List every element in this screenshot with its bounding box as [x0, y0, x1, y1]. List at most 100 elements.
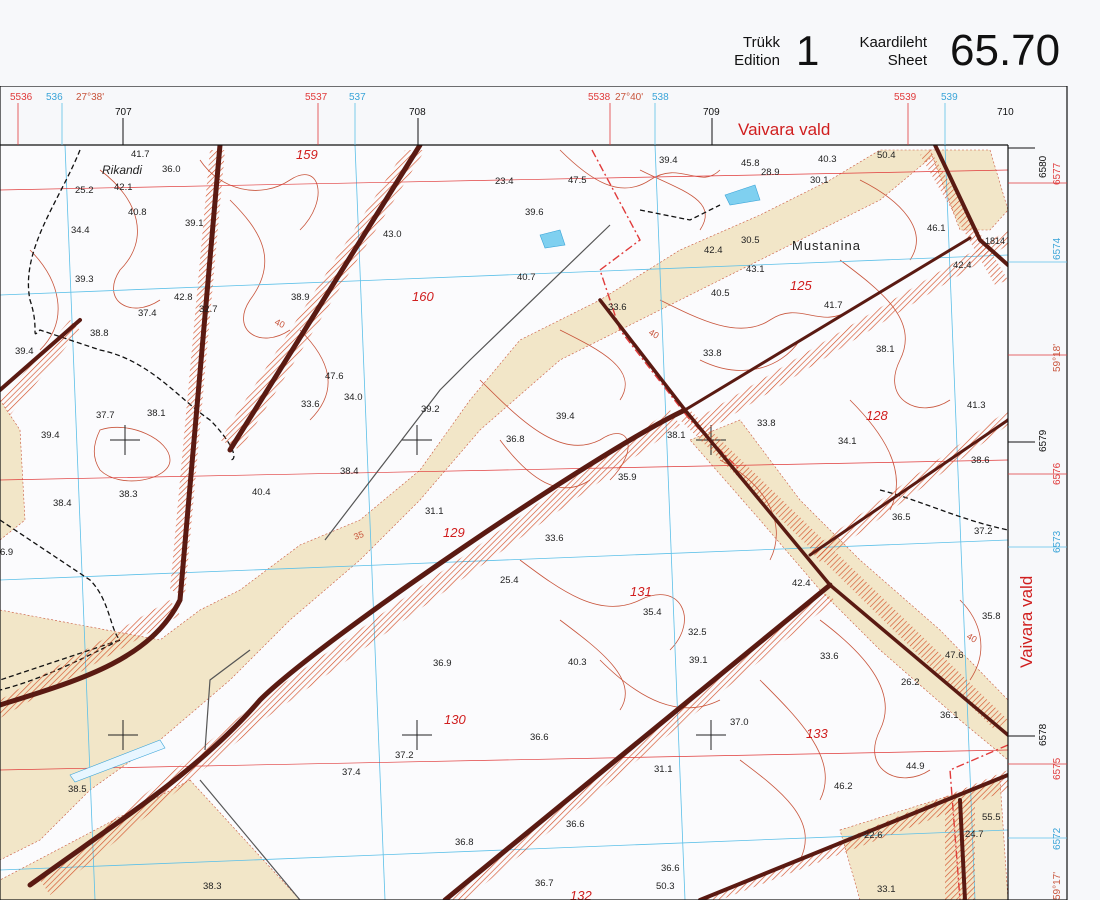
- elev-label: 38.5: [68, 784, 87, 795]
- topographic-map[interactable]: 41.7 36.0 25.2 42.1 40.8 34.4 39.1 39.3 …: [0, 86, 1100, 900]
- ruler-right-black-3: 6578: [1038, 723, 1049, 746]
- sheet-header: Trükk Edition 1 Kaardileht Sheet 65.70: [0, 0, 1100, 86]
- elev-label: 42.4: [953, 260, 972, 271]
- vald-label-top: Vaivara vald: [738, 120, 830, 139]
- vald-label-right: Vaivara vald: [1017, 576, 1036, 668]
- elev-label: 39.6: [525, 207, 544, 218]
- road-number: 1814: [985, 236, 1005, 246]
- compartment-number: 133: [806, 726, 828, 741]
- elev-label: 40.8: [128, 207, 147, 218]
- elev-label: 43.0: [383, 229, 402, 240]
- ruler-blue-2: 537: [349, 92, 366, 103]
- ruler-right-blue-2: 6573: [1052, 530, 1063, 553]
- elev-label: 37.0: [730, 717, 749, 728]
- ruler-black-1: 707: [115, 107, 132, 118]
- elev-label: 39.2: [421, 404, 440, 415]
- elev-label: 36.6: [566, 819, 585, 830]
- elev-label: 38.9: [291, 292, 310, 303]
- sheet-label: Kaardileht Sheet: [830, 34, 927, 70]
- elev-label: 40.7: [517, 272, 536, 283]
- ruler-red-3: 5538: [588, 92, 611, 103]
- village-rikandi: Rikandi: [102, 163, 142, 177]
- ruler-right-dms-2: 59°17': [1052, 872, 1063, 900]
- elev-label: 42.8: [174, 292, 193, 303]
- elev-label: 46.2: [834, 781, 853, 792]
- compartment-number: 160: [412, 289, 434, 304]
- elev-label: 39.1: [689, 655, 708, 666]
- elev-label: 36.8: [455, 837, 474, 848]
- elev-label: 46.1: [927, 223, 946, 234]
- elev-label: 32.5: [688, 627, 707, 638]
- compartment-number: 128: [866, 408, 888, 423]
- right-ruler: 6580 6579 6578 6577 6576 6575 6574 6573 …: [1008, 147, 1067, 900]
- elev-label: 40.5: [711, 288, 730, 299]
- elev-label: 38.4: [340, 466, 359, 477]
- ruler-right-blue-1: 6574: [1052, 237, 1063, 260]
- ruler-right-dms-1: 59°18': [1052, 344, 1063, 372]
- edition-label-en: Edition: [734, 52, 780, 69]
- elev-label: 35.8: [982, 611, 1001, 622]
- elev-label: 39.3: [75, 274, 94, 285]
- elev-label: 30.5: [741, 235, 760, 246]
- elev-label: 36.8: [506, 434, 525, 445]
- elev-label: 25.4: [500, 575, 519, 586]
- elev-label: 38.3: [119, 489, 138, 500]
- elev-label: 30.1: [810, 175, 829, 186]
- elev-label: 47.6: [945, 650, 964, 661]
- elev-label: 39.4: [659, 155, 678, 166]
- elev-label: 38.1: [667, 430, 686, 441]
- ruler-blue-3: 538: [652, 92, 669, 103]
- elev-label: 33.6: [301, 399, 320, 410]
- elev-label: 33.8: [757, 418, 776, 429]
- ruler-black-3: 709: [703, 107, 720, 118]
- elev-label: 50.4: [877, 150, 896, 161]
- ruler-black-4: 710: [997, 107, 1014, 118]
- ruler-right-black-1: 6580: [1038, 155, 1049, 178]
- sheet-number: 65.70: [950, 26, 1061, 75]
- ruler-right-black-2: 6579: [1038, 429, 1049, 452]
- elev-label: 43.1: [746, 264, 765, 275]
- elev-label: 36.7: [535, 878, 554, 889]
- edition-label: Trükk Edition: [700, 34, 780, 70]
- elev-label: 33.6: [820, 651, 839, 662]
- elev-label: 38.3: [203, 881, 222, 892]
- elev-label: 35.9: [618, 472, 637, 483]
- elev-label: 39.1: [185, 218, 204, 229]
- edition-number: 1: [796, 27, 820, 74]
- sheet-label-et: Kaardileht: [859, 34, 927, 51]
- elev-label: 41.7: [824, 300, 843, 311]
- elev-label: 34.1: [838, 436, 857, 447]
- elev-label: 36.6: [530, 732, 549, 743]
- elev-label: 37.7: [96, 410, 115, 421]
- elev-label: 38.8: [90, 328, 109, 339]
- compartment-number: 132: [570, 888, 592, 900]
- ruler-black-2: 708: [409, 107, 426, 118]
- village-mustanina: Mustanina: [792, 238, 861, 253]
- elev-label: 42.4: [792, 578, 811, 589]
- elev-label: 47.6: [325, 371, 344, 382]
- elev-label: 38.1: [147, 408, 166, 419]
- elev-label: 28.9: [761, 167, 780, 178]
- elev-label: 38.4: [53, 498, 72, 509]
- elev-label: 39.4: [41, 430, 60, 441]
- elev-label: 36.5: [892, 512, 911, 523]
- elev-label: 37.2: [395, 750, 414, 761]
- elev-label: 37.4: [138, 308, 157, 319]
- elev-label: 38.1: [876, 344, 895, 355]
- elev-label: 40.3: [568, 657, 587, 668]
- elev-label: 40.3: [818, 154, 837, 165]
- elev-label: 24.7: [965, 829, 984, 840]
- elev-label: 42.4: [704, 245, 723, 256]
- elev-label: 38.6: [971, 455, 990, 466]
- elev-label: 33.1: [877, 884, 896, 895]
- elev-label: 40.4: [252, 487, 271, 498]
- elev-label: 34.0: [344, 392, 363, 403]
- elev-label: 42.1: [114, 182, 133, 193]
- elev-label: 34.4: [71, 225, 90, 236]
- compartment-number: 125: [790, 278, 812, 293]
- elev-label: 31.1: [654, 764, 673, 775]
- elev-label: 39.4: [556, 411, 575, 422]
- elev-label: 36.9: [433, 658, 452, 669]
- elev-label: 36.6: [661, 863, 680, 874]
- map-body: 41.7 36.0 25.2 42.1 40.8 34.4 39.1 39.3 …: [0, 145, 1008, 900]
